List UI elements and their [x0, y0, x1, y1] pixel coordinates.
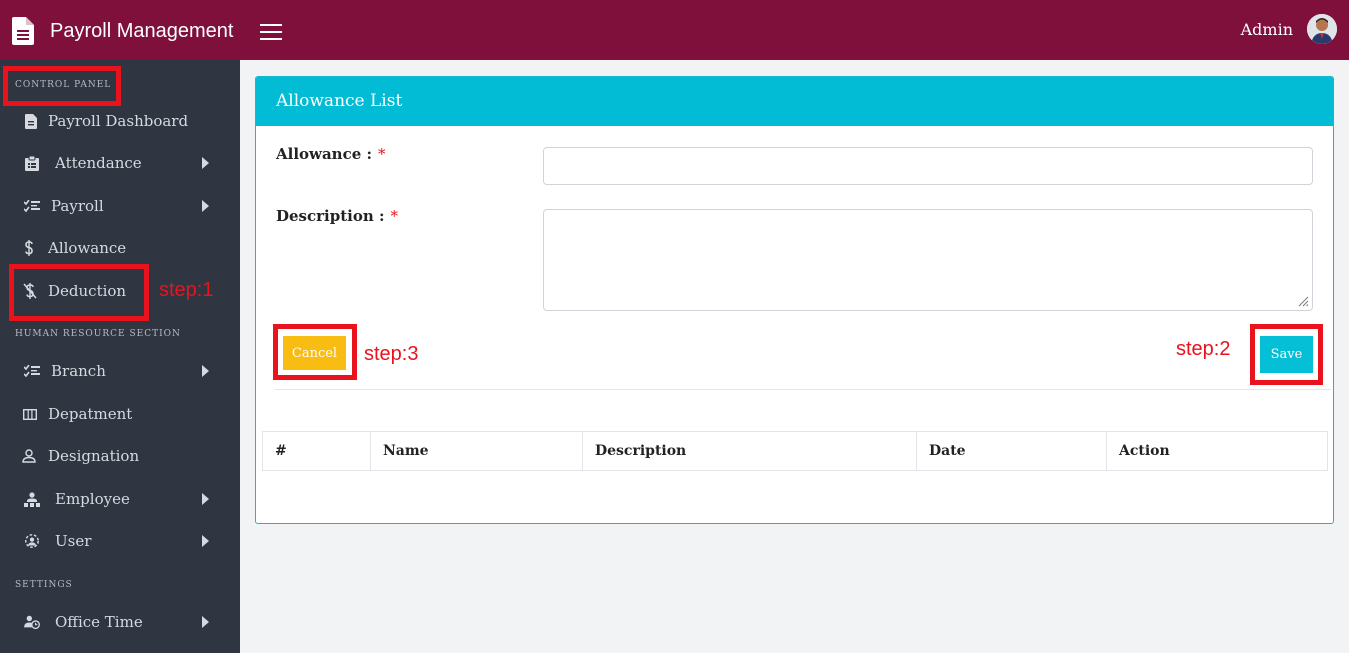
user-clock-icon: [24, 614, 40, 630]
caret-right-icon: [202, 200, 209, 212]
highlight-save: [1250, 324, 1323, 385]
sidebar-item-attendance[interactable]: Attendance: [0, 145, 240, 181]
sidebar-item-label: Payroll Dashboard: [48, 112, 189, 130]
sidebar-item-employee[interactable]: Employee: [0, 481, 240, 517]
columns-icon: [22, 406, 38, 422]
required-mark: *: [378, 145, 386, 163]
table-header-date[interactable]: Date: [917, 432, 1107, 470]
step-2-label: step:2: [1176, 338, 1231, 360]
brand[interactable]: Payroll Management: [12, 17, 233, 45]
description-textarea[interactable]: [543, 209, 1313, 311]
app-title: Payroll Management: [50, 19, 234, 42]
caret-right-icon: [202, 365, 209, 377]
dollar-icon: [21, 240, 37, 256]
sidebar-item-label: Office Time: [55, 613, 143, 631]
caret-right-icon: [202, 157, 209, 169]
top-navbar: Payroll Management Admin: [0, 0, 1349, 60]
user-menu[interactable]: Admin: [1241, 14, 1337, 44]
clipboard-icon: [24, 155, 40, 171]
table-header-action[interactable]: Action: [1107, 432, 1327, 470]
hamburger-icon[interactable]: [260, 24, 282, 40]
sidebar-item-label: Payroll: [51, 197, 104, 215]
sidebar-item-label: Allowance: [48, 239, 127, 257]
resize-grip-icon[interactable]: [1297, 295, 1309, 307]
user-cog-icon: [24, 533, 40, 549]
highlight-control-panel: [3, 66, 121, 106]
table-header-description[interactable]: Description: [583, 432, 917, 470]
allowance-card: Allowance List Allowance : * Description …: [255, 76, 1334, 524]
caret-right-icon: [202, 493, 209, 505]
user-icon: [21, 448, 37, 464]
sidebar-item-label: Attendance: [55, 154, 142, 172]
sidebar-item-label: Employee: [55, 490, 130, 508]
caret-right-icon: [202, 616, 209, 628]
step-1-label: step:1: [159, 279, 214, 301]
file-icon: [12, 17, 34, 45]
sidebar-item-payroll[interactable]: Payroll: [0, 188, 240, 224]
caret-right-icon: [202, 535, 209, 547]
sidebar: CONTROL PANEL Payroll Dashboard Attendan…: [0, 60, 240, 653]
card-header: Allowance List: [256, 77, 1333, 126]
highlight-deduction: [9, 264, 149, 321]
sidebar-item-office-time[interactable]: Office Time: [0, 604, 240, 640]
sidebar-item-payroll-dashboard[interactable]: Payroll Dashboard: [0, 103, 240, 139]
list-check-icon: [24, 198, 40, 214]
table-header-number[interactable]: #: [263, 432, 371, 470]
sidebar-item-label: Designation: [48, 447, 140, 465]
allowance-label: Allowance : *: [276, 145, 386, 163]
sidebar-item-allowance[interactable]: Allowance: [0, 230, 240, 266]
highlight-cancel: [273, 324, 357, 380]
sidebar-item-user[interactable]: User: [0, 523, 240, 559]
sidebar-item-designation[interactable]: Designation: [0, 438, 240, 474]
section-human-resource: HUMAN RESOURCE SECTION: [15, 329, 181, 339]
allowance-table: # Name Description Date Action: [262, 431, 1328, 471]
sidebar-item-label: User: [55, 532, 92, 550]
description-label-text: Description :: [276, 207, 385, 225]
required-mark: *: [390, 207, 399, 225]
list-check-icon: [24, 363, 40, 379]
step-3-label: step:3: [364, 343, 419, 365]
sidebar-item-branch[interactable]: Branch: [0, 353, 240, 389]
allowance-input[interactable]: [543, 147, 1313, 185]
sidebar-item-label: Branch: [51, 362, 106, 380]
table-header-name[interactable]: Name: [371, 432, 583, 470]
section-settings: SETTINGS: [15, 580, 73, 590]
file-icon: [23, 113, 39, 129]
description-label: Description : *: [276, 207, 398, 225]
sidebar-item-department[interactable]: Depatment: [0, 396, 240, 432]
card-title: Allowance List: [276, 91, 403, 111]
avatar[interactable]: [1307, 14, 1337, 44]
user-name: Admin: [1240, 19, 1293, 39]
divider: [275, 389, 1331, 390]
allowance-label-text: Allowance :: [276, 145, 373, 163]
sitemap-icon: [24, 491, 40, 507]
sidebar-item-label: Depatment: [48, 405, 133, 423]
